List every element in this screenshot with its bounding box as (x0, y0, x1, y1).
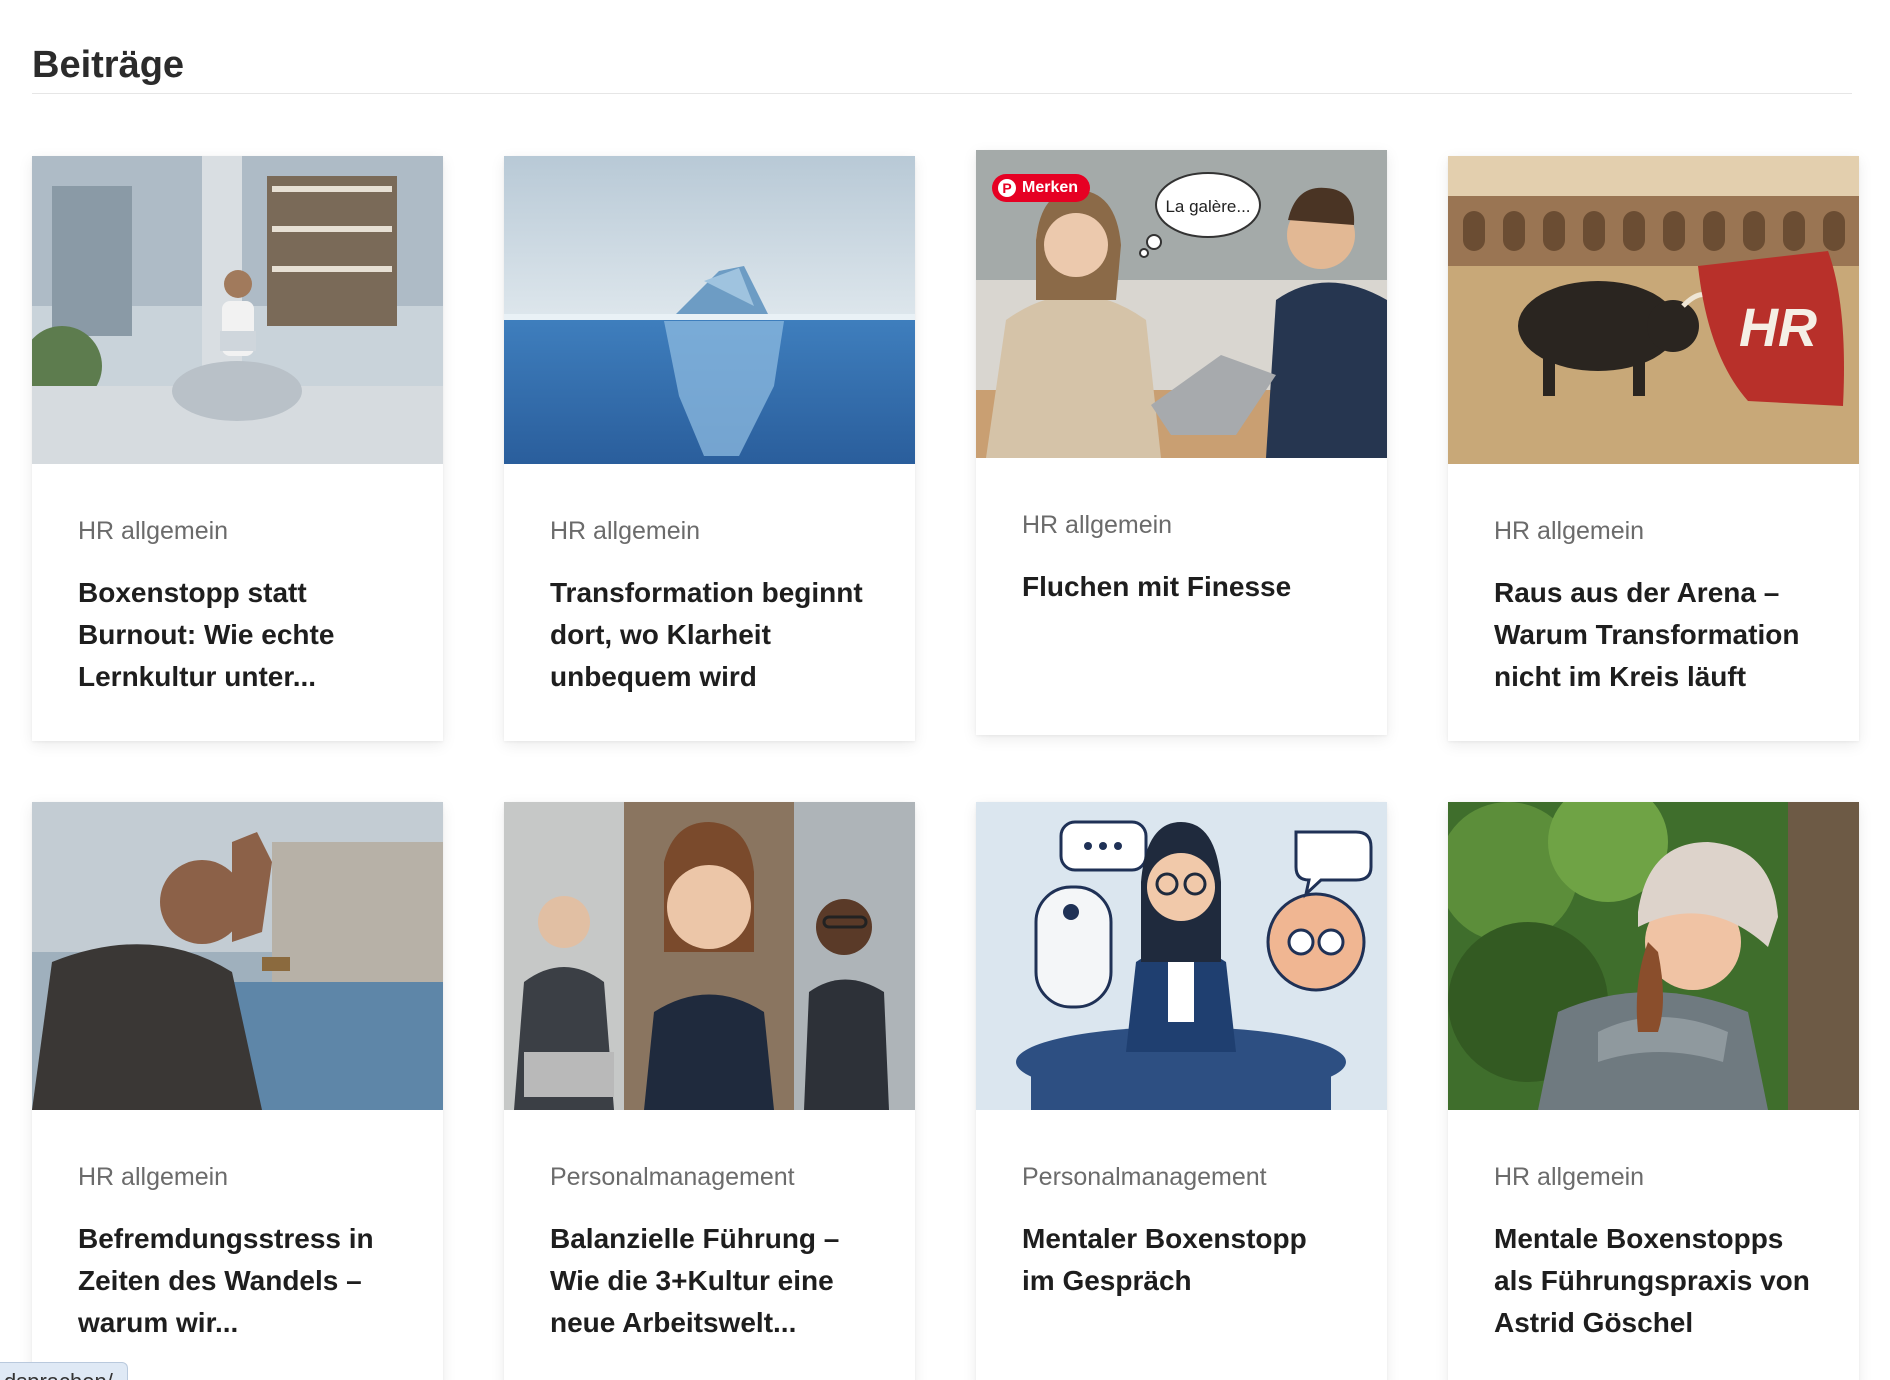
post-image-woman-forest[interactable] (1448, 802, 1859, 1110)
post-image-stressed-man[interactable] (32, 802, 443, 1110)
post-card[interactable]: HR HR allgemein Raus aus der Arena – War… (1448, 156, 1859, 741)
post-category[interactable]: HR allgemein (1494, 516, 1815, 546)
post-card[interactable]: HR allgemein Transformation beginnt dort… (504, 156, 915, 741)
post-category[interactable]: HR allgemein (78, 1162, 399, 1192)
post-title[interactable]: Transformation beginnt dort, wo Klarheit… (550, 572, 871, 698)
post-category[interactable]: HR allgemein (1494, 1162, 1815, 1192)
post-image-iceberg[interactable] (504, 156, 915, 464)
post-category[interactable]: Personalmanagement (550, 1162, 871, 1192)
post-card[interactable]: La galère... P Merken HR allgemein Fluch… (976, 150, 1387, 735)
speech-bubble-text: La galère... (1165, 197, 1250, 216)
pinterest-save-button[interactable]: P Merken (992, 174, 1091, 202)
pinterest-icon: P (998, 179, 1016, 197)
post-category[interactable]: HR allgemein (550, 516, 871, 546)
title-divider (32, 93, 1852, 94)
post-category[interactable]: HR allgemein (1022, 510, 1343, 540)
post-title[interactable]: Raus aus der Arena – Warum Transformatio… (1494, 572, 1815, 698)
section-title: Beiträge (32, 44, 185, 86)
post-title[interactable]: Mentale Boxenstopps als Führungspraxis v… (1494, 1218, 1815, 1344)
post-card[interactable]: Personalmanagement Balanzielle Führung –… (504, 802, 915, 1380)
post-image-business-team[interactable] (504, 802, 915, 1110)
post-title[interactable]: Boxenstopp statt Burnout: Wie echte Lern… (78, 572, 399, 698)
post-title[interactable]: Befremdungsstress in Zeiten des Wandels … (78, 1218, 399, 1344)
post-card[interactable]: Personalmanagement Mentaler Boxenstopp i… (976, 802, 1387, 1380)
post-image-office-conversation[interactable]: La galère... P Merken (976, 150, 1387, 458)
status-bar-url: dsprachen/ (0, 1362, 128, 1380)
post-card[interactable]: HR allgemein Befremdungsstress in Zeiten… (32, 802, 443, 1380)
pinterest-save-label: Merken (1022, 179, 1079, 196)
post-image-ai-brain-dialogue[interactable] (976, 802, 1387, 1110)
post-image-bullfight[interactable]: HR (1448, 156, 1859, 464)
post-title[interactable]: Balanzielle Führung – Wie die 3+Kultur e… (550, 1218, 871, 1344)
post-category[interactable]: Personalmanagement (1022, 1162, 1343, 1192)
cape-text: HR (1739, 298, 1817, 358)
post-title[interactable]: Fluchen mit Finesse (1022, 566, 1343, 608)
post-category[interactable]: HR allgemein (78, 516, 399, 546)
post-card[interactable]: HR allgemein Boxenstopp statt Burnout: W… (32, 156, 443, 741)
post-title[interactable]: Mentaler Boxenstopp im Gespräch (1022, 1218, 1343, 1302)
post-image-office-meditation[interactable] (32, 156, 443, 464)
post-card[interactable]: HR allgemein Mentale Boxenstopps als Füh… (1448, 802, 1859, 1380)
